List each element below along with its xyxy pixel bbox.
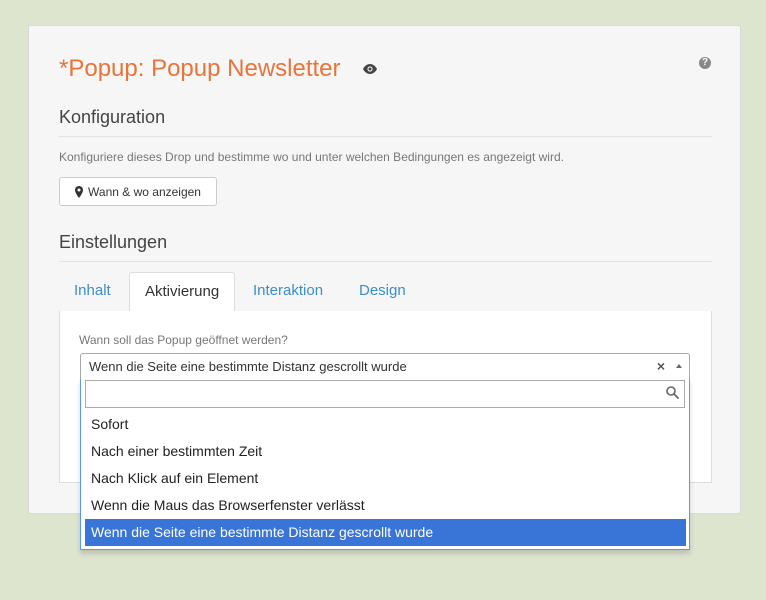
dropdown-option[interactable]: Wenn die Maus das Browserfenster verläss… xyxy=(85,492,686,519)
settings-heading: Einstellungen xyxy=(59,232,168,252)
map-marker-icon xyxy=(75,185,84,198)
tab-inhalt[interactable]: Inhalt xyxy=(59,272,126,312)
divider xyxy=(59,261,712,262)
settings-tabs: Inhalt Aktivierung Interaktion Design xyxy=(59,272,712,313)
activation-question-label: Wann soll das Popup geöffnet werden? xyxy=(79,333,288,347)
configuration-description: Konfiguriere dieses Drop und bestimme wo… xyxy=(59,150,564,164)
page-title: *Popup: Popup Newsletter xyxy=(59,55,341,82)
tab-interaktion[interactable]: Interaktion xyxy=(238,272,338,312)
dropdown-search-input[interactable] xyxy=(85,380,685,408)
dropdown-option[interactable]: Sofort xyxy=(85,411,686,438)
configuration-heading: Konfiguration xyxy=(59,107,166,127)
dropdown-option[interactable]: Nach einer bestimmten Zeit xyxy=(85,438,686,465)
activation-select[interactable]: Wenn die Seite eine bestimmte Distanz ge… xyxy=(80,353,690,380)
dropdown-option[interactable]: Nach Klick auf ein Element xyxy=(85,465,686,492)
tab-aktivierung[interactable]: Aktivierung xyxy=(129,272,236,313)
activation-selected-value: Wenn die Seite eine bestimmte Distanz ge… xyxy=(89,359,407,374)
activation-dropdown: Sofort Nach einer bestimmten Zeit Nach K… xyxy=(80,379,690,550)
clear-selection-icon[interactable]: × xyxy=(657,354,665,379)
divider xyxy=(59,136,712,137)
when-where-button-label: Wann & wo anzeigen xyxy=(88,184,201,199)
search-icon xyxy=(666,386,679,399)
help-icon[interactable]: ? xyxy=(699,57,711,69)
eye-icon[interactable] xyxy=(363,64,377,74)
dropdown-option-selected[interactable]: Wenn die Seite eine bestimmte Distanz ge… xyxy=(85,519,686,546)
chevron-up-icon[interactable] xyxy=(676,364,682,368)
tab-design[interactable]: Design xyxy=(344,272,421,312)
when-where-button[interactable]: Wann & wo anzeigen xyxy=(59,177,217,206)
